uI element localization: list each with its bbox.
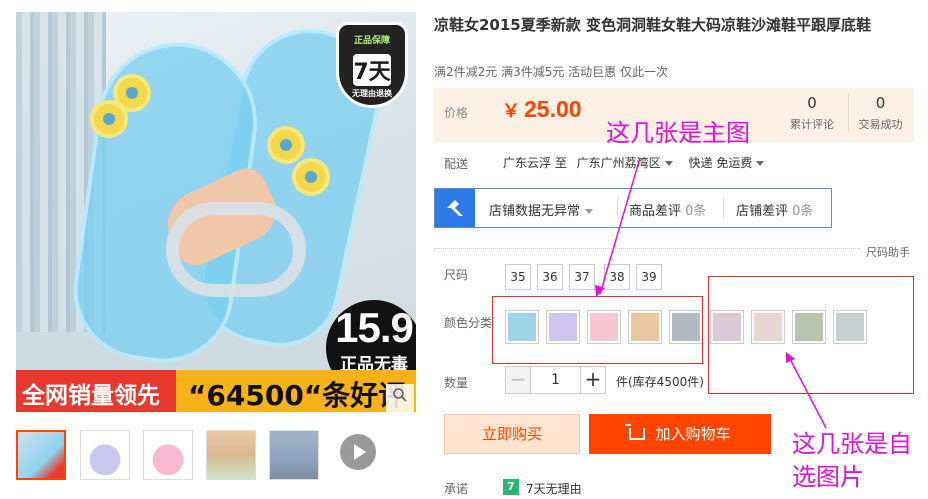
authentic-guarantee-badge: 正品保障 7天 无理由退换 bbox=[336, 22, 408, 108]
shoe-strap bbox=[166, 202, 306, 297]
goods-bad-review: 商品差评 0条 bbox=[629, 200, 706, 219]
quantity-plus-button[interactable]: + bbox=[580, 366, 606, 394]
divider bbox=[723, 197, 724, 219]
thumbnail-2[interactable] bbox=[80, 430, 130, 480]
thumbnail-5[interactable] bbox=[269, 430, 319, 480]
add-to-cart-button[interactable]: 加入购物车 bbox=[589, 414, 771, 454]
promise-label: 承诺 bbox=[444, 482, 469, 496]
store-status-text: 店铺数据无异常 bbox=[489, 204, 581, 219]
stat-reviews-label: 累计评论 bbox=[790, 118, 834, 131]
size-option-39[interactable]: 39 bbox=[636, 264, 662, 290]
stock-text: 件(库存4500件) bbox=[616, 375, 704, 389]
price-amount: 25.00 bbox=[524, 96, 582, 122]
play-video-icon[interactable] bbox=[340, 434, 376, 470]
size-label: 尺码 bbox=[444, 268, 469, 282]
quantity-label: 数量 bbox=[444, 376, 469, 390]
store-bad-review-label: 店铺差评 bbox=[736, 204, 789, 219]
buy-now-button[interactable]: 立即购买 bbox=[444, 414, 580, 454]
shipping-method-select[interactable]: 快递 免运费 bbox=[689, 156, 753, 170]
store-status[interactable]: 店铺数据无异常 bbox=[489, 200, 594, 219]
size-option-35[interactable]: 35 bbox=[505, 264, 531, 290]
price-value: ￥ 25.00 bbox=[502, 96, 582, 123]
sales-banner: 全网销量领先 “64500“条好评 bbox=[16, 370, 416, 412]
magnifier-icon[interactable] bbox=[386, 384, 414, 412]
divider bbox=[434, 248, 860, 249]
shipping-label: 配送 bbox=[444, 157, 469, 171]
stat-reviews[interactable]: 0 累计评论 bbox=[780, 94, 844, 132]
annotation-custom-note-1: 这几张是自 bbox=[792, 430, 912, 458]
product-title: 凉鞋女2015夏季新款 变色洞洞鞋女鞋大码凉鞋沙滩鞋平跟厚底鞋 bbox=[434, 16, 871, 34]
flower-charm bbox=[94, 104, 124, 134]
promo-text: 满2件减2元 满3件减5元 活动巨惠 仅此一次 bbox=[434, 65, 668, 79]
annotation-box-main bbox=[492, 296, 703, 364]
promise-text: 7天无理由 bbox=[526, 482, 582, 496]
stat-sales-count: 0 bbox=[875, 94, 886, 112]
stat-reviews-count: 0 bbox=[807, 94, 817, 112]
badge-line-3: 无理由退换 bbox=[352, 89, 392, 98]
chevron-down-icon bbox=[585, 209, 594, 214]
color-label: 颜色分类 bbox=[444, 316, 493, 330]
add-to-cart-label: 加入购物车 bbox=[655, 425, 731, 443]
quantity-input[interactable] bbox=[531, 366, 580, 394]
banner-left-text: 全网销量领先 bbox=[22, 383, 160, 409]
annotation-main-note: 这几张是主图 bbox=[606, 119, 750, 147]
size-option-36[interactable]: 36 bbox=[537, 264, 563, 290]
badge-line-1: 正品保障 bbox=[353, 36, 390, 46]
shipping-to-select[interactable]: 广东广州荔湾区 bbox=[577, 156, 661, 170]
stat-sales-label: 交易成功 bbox=[858, 118, 903, 131]
goods-bad-review-value: 0条 bbox=[685, 204, 707, 219]
promo-price: 15.9 bbox=[335, 304, 414, 351]
store-bad-review: 店铺差评 0条 bbox=[736, 200, 813, 219]
flower-charm bbox=[296, 162, 326, 192]
currency-symbol: ￥ bbox=[502, 101, 520, 121]
shipping-info: 广东云浮 至 广东广州荔湾区 快递 免运费 bbox=[503, 154, 770, 171]
flower-charm bbox=[271, 130, 301, 160]
size-option-37[interactable]: 37 bbox=[569, 264, 595, 290]
banner-right-text: “64500“条好评 bbox=[188, 379, 407, 412]
chevron-down-icon bbox=[664, 161, 673, 166]
flower-charm bbox=[117, 78, 147, 108]
thumbnail-4[interactable] bbox=[206, 430, 256, 480]
chevron-down-icon bbox=[756, 161, 765, 166]
price-label: 价格 bbox=[444, 106, 469, 120]
stat-sales[interactable]: 0 交易成功 bbox=[848, 94, 912, 132]
seven-day-return-icon: 7 bbox=[503, 479, 519, 495]
shipping-from: 广东云浮 至 bbox=[503, 156, 567, 170]
thumbnail-3[interactable] bbox=[143, 430, 193, 480]
divider bbox=[617, 197, 618, 219]
annotation-custom-note-2: 选图片 bbox=[792, 463, 864, 491]
cart-icon bbox=[625, 424, 646, 440]
main-product-image: 正品保障 7天 无理由退换 15.9 正品无毒 全网销量领先 “64500“条好… bbox=[16, 12, 416, 412]
size-helper-link[interactable]: 尺码助手 bbox=[866, 244, 910, 260]
store-bad-review-value: 0条 bbox=[792, 204, 814, 219]
annotation-box-custom bbox=[708, 276, 914, 394]
goods-bad-review-label: 商品差评 bbox=[629, 204, 682, 219]
thumbnail-1[interactable] bbox=[16, 430, 66, 480]
badge-line-2: 7天 bbox=[353, 54, 391, 86]
store-rating-box: 店铺数据无异常 商品差评 0条 店铺差评 0条 bbox=[434, 188, 832, 228]
size-option-38[interactable]: 38 bbox=[604, 264, 630, 290]
store-shield-icon bbox=[435, 189, 475, 227]
quantity-minus-button[interactable]: − bbox=[505, 366, 531, 394]
